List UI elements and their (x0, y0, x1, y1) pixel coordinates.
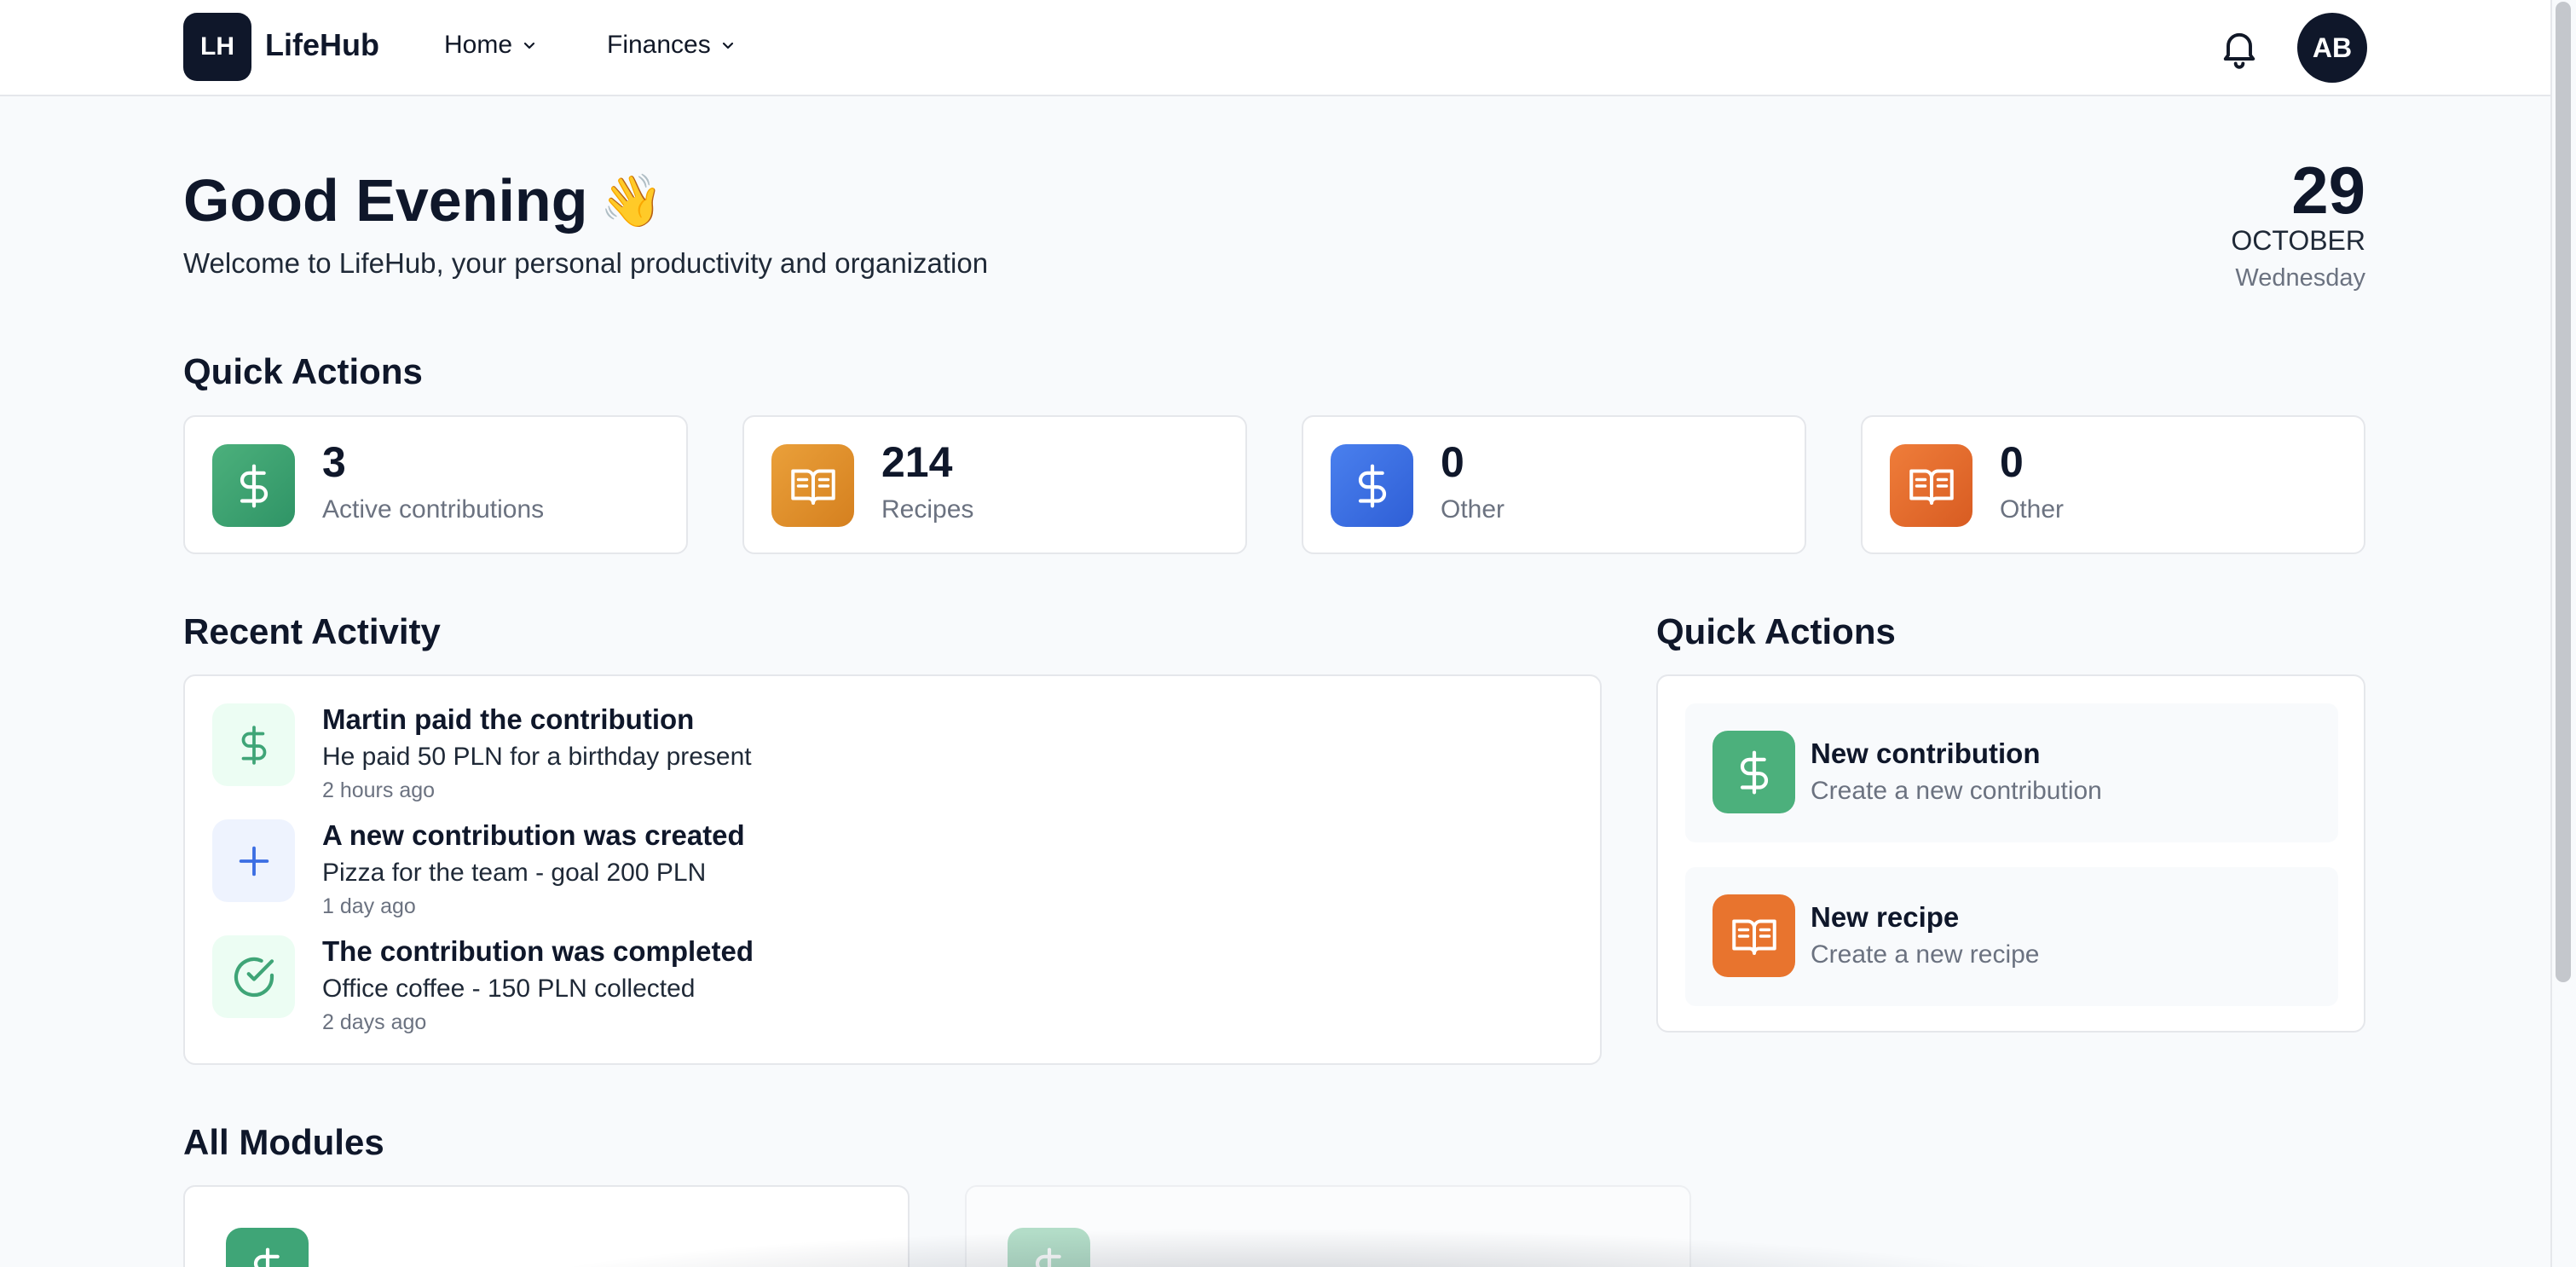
chevron-down-icon (722, 42, 733, 49)
bottom-shadow (477, 1228, 2080, 1267)
activity-time: 1 day ago (322, 894, 416, 918)
stat-card-contributions[interactable]: 3 Active contributions (183, 415, 688, 554)
activity-description: Office coffee - 150 PLN collected (322, 975, 696, 1003)
logo[interactable]: LH (183, 13, 251, 81)
recent-activity-title: Recent Activity (183, 611, 441, 651)
stat-card-recipes[interactable]: 214 Recipes (742, 415, 1247, 554)
activity-description: He paid 50 PLN for a birthday present (322, 743, 752, 771)
waving-hand-emoji: 👋 (599, 171, 664, 229)
activity-title: A new contribution was created (322, 819, 745, 851)
activity-time: 2 hours ago (322, 778, 436, 802)
nav-finances[interactable]: Finances (607, 31, 736, 60)
stat-value: 3 (322, 438, 346, 486)
dollar-icon (1713, 731, 1795, 813)
greeting-heading: Good Evening 👋 (183, 166, 663, 234)
check-circle-icon (212, 935, 295, 1018)
activity-item[interactable]: A new contribution was created Pizza for… (212, 819, 1576, 922)
stat-label: Active contributions (322, 495, 545, 524)
chevron-down-icon (523, 42, 535, 49)
book-icon (771, 444, 854, 527)
date-day: 29 (2291, 153, 2365, 228)
bell-icon[interactable] (2217, 26, 2261, 70)
dollar-icon (212, 444, 295, 527)
stats-section-title: Quick Actions (183, 351, 423, 391)
stat-label: Other (2000, 495, 2065, 524)
quick-action-description: Create a new contribution (1811, 777, 2102, 805)
stat-label: Other (1441, 495, 1505, 524)
avatar[interactable]: AB (2297, 13, 2367, 83)
stat-label: Recipes (881, 495, 974, 524)
brand-name[interactable]: LifeHub (265, 27, 379, 63)
plus-icon (212, 819, 295, 902)
quick-action-description: Create a new recipe (1811, 940, 2040, 969)
all-modules-title: All Modules (183, 1122, 384, 1162)
activity-title: Martin paid the contribution (322, 703, 695, 735)
scrollbar-thumb[interactable] (2556, 2, 2571, 982)
quick-actions-title: Quick Actions (1656, 611, 1896, 651)
book-icon (1713, 894, 1795, 977)
logo-text: LH (200, 32, 234, 61)
welcome-subtitle: Welcome to LifeHub, your personal produc… (183, 247, 989, 279)
activity-title: The contribution was completed (322, 935, 754, 967)
activity-item[interactable]: The contribution was completed Office co… (212, 935, 1576, 1038)
new-recipe-button[interactable]: New recipe Create a new recipe (1685, 867, 2338, 1006)
nav-finances-label: Finances (607, 31, 711, 59)
stat-value: 0 (1441, 438, 1464, 486)
dollar-icon (212, 703, 295, 786)
book-icon (1890, 444, 1972, 527)
activity-time: 2 days ago (322, 1010, 427, 1034)
stat-value: 214 (881, 438, 953, 486)
date-month: OCTOBER (2231, 225, 2365, 256)
top-navbar: LH LifeHub Home Finances AB (0, 0, 2550, 96)
stat-value: 0 (2000, 438, 2024, 486)
recent-activity-panel: Martin paid the contribution He paid 50 … (183, 674, 1602, 1065)
date-weekday: Wednesday (2235, 264, 2365, 292)
nav-home[interactable]: Home (444, 31, 538, 60)
activity-item[interactable]: Martin paid the contribution He paid 50 … (212, 703, 1576, 806)
stat-card-other-2[interactable]: 0 Other (1861, 415, 2365, 554)
dollar-icon (1331, 444, 1413, 527)
avatar-initials: AB (2312, 32, 2353, 63)
activity-description: Pizza for the team - goal 200 PLN (322, 859, 707, 887)
quick-actions-panel: New contribution Create a new contributi… (1656, 674, 2365, 1033)
stat-card-other-1[interactable]: 0 Other (1302, 415, 1806, 554)
nav-home-label: Home (444, 31, 513, 59)
quick-action-title: New contribution (1811, 738, 2041, 769)
dollar-icon (226, 1228, 309, 1267)
greeting-text: Good Evening (183, 167, 588, 234)
new-contribution-button[interactable]: New contribution Create a new contributi… (1685, 703, 2338, 842)
quick-action-title: New recipe (1811, 901, 1960, 933)
